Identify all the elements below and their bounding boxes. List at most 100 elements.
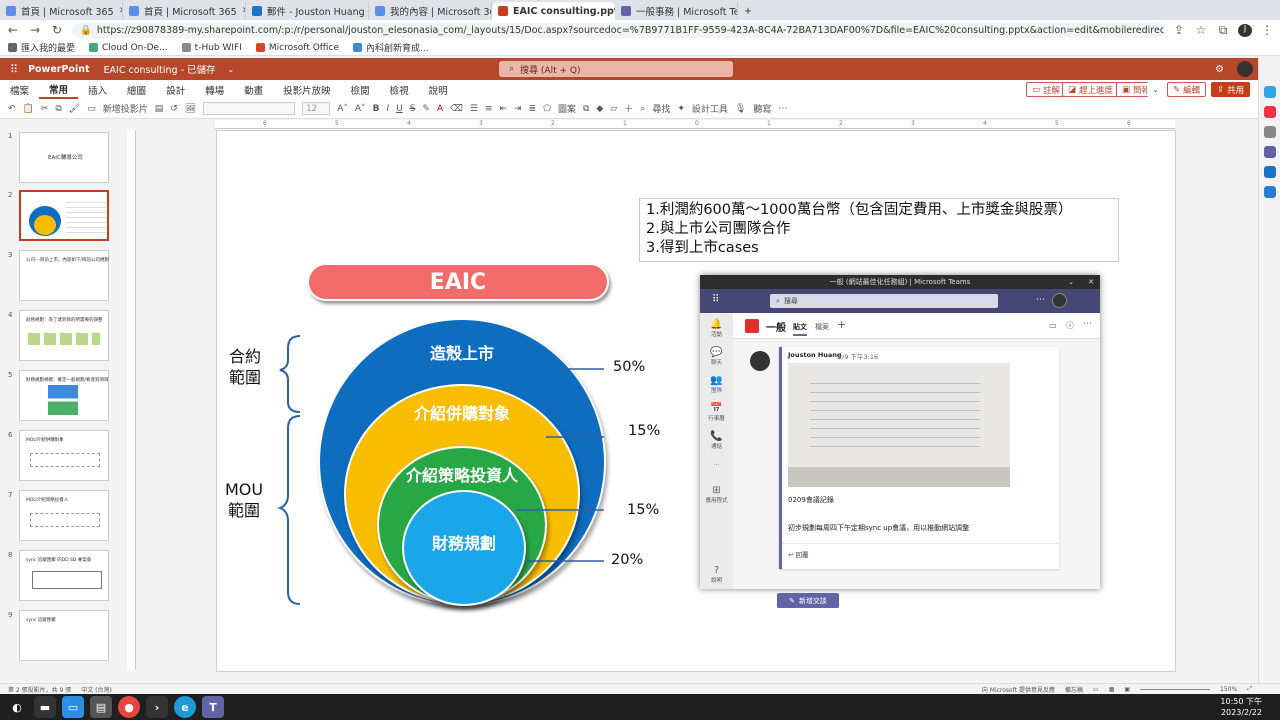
start-icon[interactable]: ◐ (6, 696, 28, 718)
underline-icon[interactable]: U (396, 104, 403, 114)
settings-icon[interactable]: ⚙ (1215, 64, 1224, 75)
slide-thumbnail[interactable]: EAIC輔導公司 (19, 132, 109, 183)
share-icon[interactable]: ⇪ (1172, 23, 1186, 37)
catch-up-button[interactable]: ◪ 趕上進度 (1062, 82, 1120, 97)
decrease-indent-icon[interactable]: ⇤ (499, 104, 507, 114)
app-launcher-icon[interactable]: ⠿ (10, 63, 18, 76)
more-icon[interactable]: ⋯ (1083, 319, 1092, 329)
font-size-select[interactable]: 12 (302, 102, 331, 115)
menu-view[interactable]: 檢視 (380, 80, 419, 99)
slide-thumbnail[interactable]: sync 追蹤匯聚 的DD SD 專案會 (19, 550, 109, 601)
copy-icon[interactable]: ⧉ (55, 104, 61, 114)
font-color-icon[interactable]: A (437, 104, 443, 114)
avatar[interactable] (1237, 61, 1253, 77)
shopping-icon[interactable] (1264, 106, 1276, 118)
system-clock[interactable]: 10:50 下午 2023/2/22 (1220, 696, 1262, 718)
channel-post[interactable]: Jouston Huang 2/9 下午3:16 0209會議記錄 初步規劃每周… (779, 347, 1059, 569)
shape-outline-icon[interactable]: ▱ (610, 104, 617, 114)
slide-textbox[interactable]: 1.利潤約600萬～1000萬台幣（包含固定費用、上市獎金與股票） 2.與上市公… (639, 198, 1119, 262)
office-icon[interactable] (1264, 186, 1276, 198)
rail-apps[interactable]: ⊞ 應用程式 (700, 485, 733, 504)
cut-icon[interactable]: ✂ (41, 104, 49, 114)
add-icon[interactable]: ＋ (624, 102, 633, 115)
bullets-icon[interactable]: ☰ (470, 104, 478, 114)
browser-tab[interactable]: 我的內容 | Microsoft 365✕ (369, 2, 492, 20)
console-icon[interactable]: › (146, 696, 168, 718)
notes-button[interactable]: 備忘稿 (1065, 685, 1083, 694)
rail-help[interactable]: ? 說明 (700, 565, 733, 584)
whiteboard-photo[interactable] (788, 363, 1010, 487)
menu-review[interactable]: 檢閱 (341, 80, 380, 99)
language-indicator[interactable]: 中文 (台灣) (81, 685, 112, 694)
slide-thumbnail[interactable]: sync 追蹤匯聚 (19, 610, 109, 661)
slide-thumbnail[interactable]: MOU介紹併購對象 (19, 430, 109, 481)
rail-chat[interactable]: 💬 聊天 (700, 347, 733, 366)
zoom-slider[interactable] (1140, 688, 1211, 690)
menu-draw[interactable]: 繪圖 (117, 80, 156, 99)
highlight-icon[interactable]: ✎ (422, 104, 430, 114)
tab-posts[interactable]: 貼文 (793, 322, 807, 336)
info-icon[interactable]: ⓘ (1066, 320, 1074, 331)
edge-icon[interactable]: e (174, 696, 196, 718)
shapes-icon[interactable]: ⬠ (543, 104, 551, 114)
terminal-icon[interactable]: ▬ (34, 696, 56, 718)
browser-tab[interactable]: 一般事務 | Microsoft Tea✕ (615, 2, 738, 20)
bold-icon[interactable]: B (373, 104, 380, 114)
undo-icon[interactable]: ↶ (8, 104, 16, 114)
video-icon[interactable]: ▭ (1049, 321, 1057, 330)
format-painter-icon[interactable]: 🖌 (69, 104, 80, 114)
menu-help[interactable]: 說明 (419, 80, 458, 99)
designer-icon[interactable]: ✦ (677, 104, 685, 114)
shape-fill-icon[interactable]: ◆ (596, 104, 603, 114)
editing-mode-button[interactable]: ✎ 編輯 (1167, 82, 1207, 97)
menu-transitions[interactable]: 轉場 (195, 80, 234, 99)
tools-icon[interactable] (1264, 126, 1276, 138)
avatar[interactable] (1052, 293, 1067, 308)
search-input[interactable]: ⌕ 搜尋 (Alt + Q) (499, 61, 733, 77)
bookmark-item[interactable]: 匯入我的最愛 (8, 41, 75, 54)
dictate-button[interactable]: 聽寫 (753, 102, 771, 115)
image-icon[interactable]: 🖼 (185, 104, 196, 114)
slide-thumbnail-selected[interactable] (19, 190, 109, 241)
font-family-select[interactable] (203, 102, 296, 115)
decrease-font-icon[interactable]: A˅ (355, 104, 366, 114)
bookmark-item[interactable]: Cloud On-De... (89, 43, 168, 53)
reset-icon[interactable]: ↺ (170, 104, 178, 114)
align-icon[interactable]: ≣ (529, 104, 537, 114)
rail-calls[interactable]: 📞 通話 (700, 431, 733, 450)
outlook-icon[interactable] (1264, 166, 1276, 178)
document-title[interactable]: EAIC consulting - 已儲存 (104, 62, 216, 76)
layout-icon[interactable]: ▤ (155, 104, 164, 114)
browser-tab[interactable]: 首頁 | Microsoft 365✕ (123, 2, 246, 20)
bookmark-item[interactable]: 內科創新育成... (352, 41, 429, 54)
menu-home[interactable]: 常用 (39, 80, 79, 99)
more-icon[interactable]: ⋯ (1036, 295, 1045, 305)
menu-slideshow[interactable]: 投影片放映 (273, 80, 341, 99)
close-icon[interactable]: ✕ (1088, 278, 1094, 286)
search-icon[interactable] (1264, 86, 1276, 98)
browser-tab[interactable]: 首頁 | Microsoft 365✕ (0, 2, 123, 20)
bookmark-item[interactable]: Microsoft Office (255, 43, 339, 53)
back-icon[interactable]: ← (6, 23, 20, 37)
menu-design[interactable]: 設計 (156, 80, 195, 99)
menu-file[interactable]: 檔案 (0, 80, 39, 99)
new-slide-button[interactable]: 新增投影片 (103, 102, 148, 115)
menu-insert[interactable]: 插入 (78, 80, 117, 99)
strikethrough-icon[interactable]: S (410, 104, 416, 114)
star-icon[interactable]: ☆ (1194, 23, 1208, 37)
teams-icon[interactable] (1264, 146, 1276, 158)
tab-files[interactable]: 檔案 (815, 322, 829, 332)
slide-thumbnail[interactable]: MOU介紹策略投資人 (19, 490, 109, 541)
new-tab-button[interactable]: + (738, 2, 758, 20)
rail-activity[interactable]: 🔔 活動 (700, 319, 733, 338)
share-button[interactable]: ⇪ 共用 (1211, 82, 1251, 97)
extensions-icon[interactable]: ⧉ (1216, 23, 1230, 38)
reply-link[interactable]: ↩ 回覆 (788, 549, 809, 559)
slide-thumbnail[interactable]: 公司---目前上市，內容如下/目前公司規劃 (19, 250, 109, 301)
dictate-icon[interactable]: 🎙 (735, 104, 746, 114)
comments-button[interactable]: ▭ 註解 (1026, 82, 1067, 97)
forward-icon[interactable]: → (28, 23, 42, 37)
sorter-view-icon[interactable]: ▦ (1109, 686, 1115, 693)
present-dropdown[interactable]: ⌄ (1147, 82, 1165, 97)
shapes-button[interactable]: 圖案 (558, 102, 576, 115)
